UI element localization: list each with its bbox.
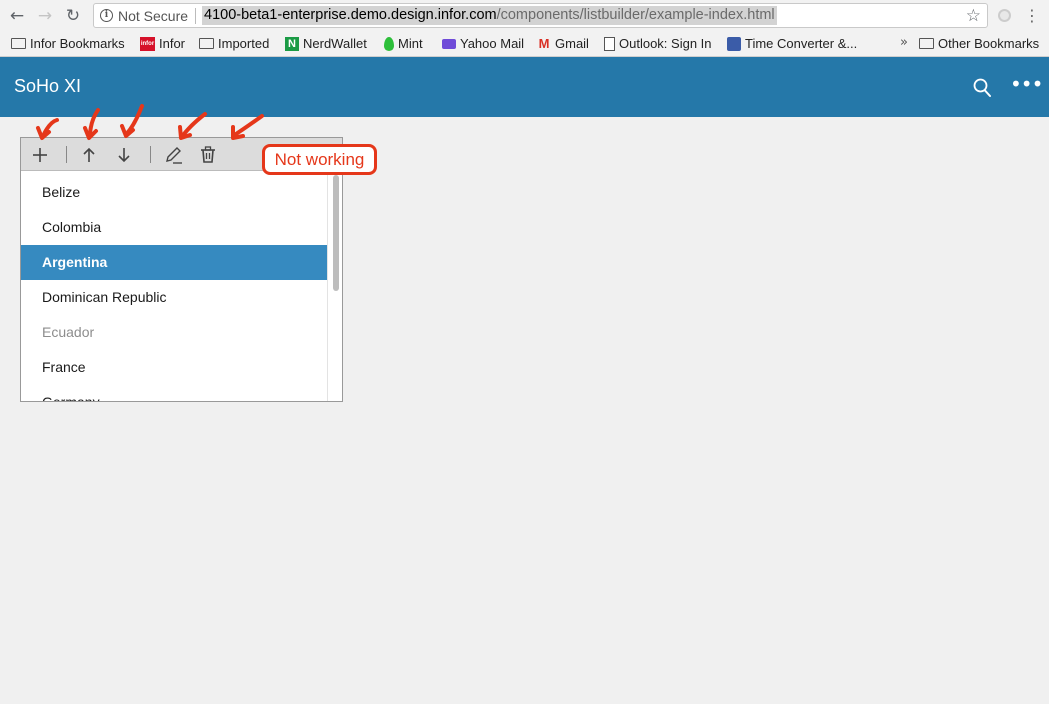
bookmark-infor-bookmarks[interactable]: Infor Bookmarks [11, 35, 125, 53]
list-item-disabled: Ecuador [42, 324, 95, 340]
list-item[interactable]: France [21, 350, 327, 385]
document-icon [604, 36, 615, 51]
listbuilder: Belize Colombia Argentina Dominican Repu… [20, 137, 343, 402]
bookmark-yahoo-mail[interactable]: Yahoo Mail [442, 35, 524, 53]
reload-button[interactable]: ↻ [62, 5, 84, 27]
list-item[interactable]: Dominican Republic [21, 280, 327, 315]
bookmark-label: Yahoo Mail [460, 36, 525, 51]
list-item[interactable]: Germany [21, 385, 327, 401]
url-text[interactable]: 4100-beta1-enterprise.demo.design.infor.… [202, 6, 777, 25]
bookmark-label: Mint [398, 36, 423, 51]
back-button[interactable]: ← [6, 5, 28, 27]
folder-icon [11, 38, 26, 50]
listbuilder-list[interactable]: Belize Colombia Argentina Dominican Repu… [21, 171, 327, 401]
bookmark-star-icon[interactable]: ☆ [966, 6, 981, 26]
bookmarks-overflow-button[interactable]: » [900, 35, 908, 50]
app-title: SoHo XI [14, 76, 82, 96]
add-icon[interactable] [29, 144, 51, 166]
move-down-icon[interactable] [113, 144, 135, 166]
app-header: SoHo XI [0, 57, 1049, 117]
folder-icon [199, 38, 214, 50]
edit-icon[interactable] [162, 144, 184, 166]
info-icon[interactable]: i [100, 9, 113, 22]
bookmark-time-converter[interactable]: Time Converter &... [727, 35, 857, 53]
forward-button[interactable]: → [34, 5, 56, 27]
mail-icon [442, 38, 456, 49]
url-host: 4100-beta1-enterprise.demo.design.infor.… [204, 7, 497, 23]
bookmark-infor[interactable]: infor Infor [140, 35, 185, 53]
bookmark-mint[interactable]: Mint [384, 35, 423, 53]
bookmark-nerdwallet[interactable]: N NerdWallet [285, 35, 367, 53]
bookmark-other-bookmarks[interactable]: Other Bookmarks [919, 35, 1039, 53]
bookmark-label: Other Bookmarks [938, 36, 1040, 51]
bookmark-imported[interactable]: Imported [199, 35, 269, 53]
url-path: /components/listbuilder/example-index.ht… [496, 7, 775, 23]
toolbar-divider [66, 146, 67, 163]
bookmark-gmail[interactable]: M Gmail [537, 35, 589, 53]
bookmark-label: Outlook: Sign In [619, 36, 712, 51]
gmail-icon: M [538, 36, 550, 52]
bookmark-label: Gmail [555, 36, 589, 51]
extension-icon[interactable] [998, 9, 1011, 22]
bookmark-label: Infor Bookmarks [30, 36, 125, 51]
bookmark-outlook[interactable]: Outlook: Sign In [604, 35, 712, 53]
list-item[interactable]: Colombia [21, 210, 327, 245]
annotation-arrow-delete [231, 114, 264, 140]
bookmarks-bar: Infor Bookmarks infor Infor Imported N Ner… [0, 31, 1049, 57]
nerdwallet-icon: N [285, 36, 299, 51]
address-bar[interactable]: i Not Secure 4100-beta1-enterprise.demo.… [93, 3, 988, 28]
scrollbar-thumb[interactable] [333, 175, 339, 291]
list-item-selected[interactable]: Argentina [21, 245, 327, 280]
move-up-icon[interactable] [78, 144, 100, 166]
browser-toolbar: ← → ↻ i Not Secure 4100-beta1-enterprise… [0, 0, 1049, 31]
bookmark-label: Time Converter &... [745, 36, 858, 51]
annotation-arrow-edit [178, 112, 207, 140]
search-icon[interactable] [973, 78, 991, 98]
delete-icon[interactable] [197, 144, 219, 166]
annotation-callout: Not working [262, 144, 377, 175]
bookmark-label: Imported [218, 36, 270, 51]
mint-icon [384, 36, 394, 51]
browser-menu-icon[interactable]: ⋮ [1024, 6, 1040, 25]
security-label[interactable]: Not Secure [118, 8, 188, 24]
annotation-arrow-add [36, 118, 59, 140]
list-item[interactable]: Belize [21, 175, 327, 210]
more-actions-icon[interactable]: ••• [1010, 74, 1043, 97]
folder-icon [919, 38, 934, 50]
scrollbar[interactable] [327, 171, 342, 401]
bookmark-label: Infor [159, 36, 186, 51]
divider [195, 8, 196, 24]
infor-logo-icon: infor [140, 36, 155, 51]
clock-icon [727, 36, 741, 51]
bookmark-label: NerdWallet [303, 36, 367, 51]
toolbar-divider [150, 146, 151, 163]
